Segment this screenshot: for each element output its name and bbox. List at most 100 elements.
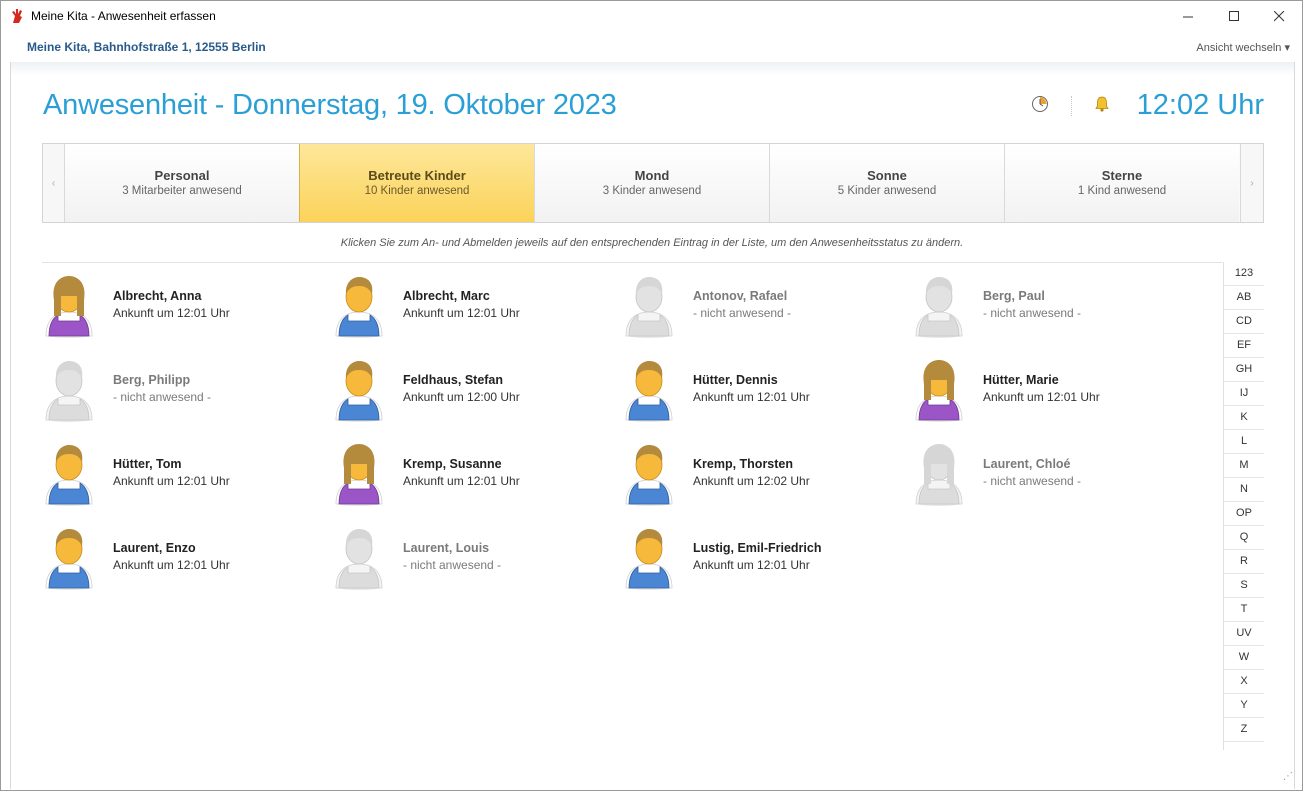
child-entry[interactable]: Feldhaus, Stefan Ankunft um 12:00 Uhr [319, 356, 599, 428]
child-entry[interactable]: Hütter, Tom Ankunft um 12:01 Uhr [29, 440, 309, 512]
minimize-button[interactable] [1165, 1, 1211, 32]
list-divider [42, 262, 1222, 263]
child-entry[interactable]: Albrecht, Marc Ankunft um 12:01 Uhr [319, 272, 599, 344]
alphabet-index-item[interactable]: M [1224, 454, 1264, 478]
alphabet-index-item[interactable]: IJ [1224, 382, 1264, 406]
alphabet-index-item[interactable]: GH [1224, 358, 1264, 382]
child-name: Laurent, Louis [403, 541, 490, 555]
kita-address: Meine Kita, Bahnhofstraße 1, 12555 Berli… [27, 40, 266, 54]
resize-grip-icon[interactable]: ⋰ [1283, 771, 1293, 782]
bell-icon[interactable] [1093, 95, 1111, 113]
tab-sterne[interactable]: Sterne 1 Kind anwesend [1004, 144, 1239, 222]
child-status: Ankunft um 12:01 Uhr [113, 306, 230, 320]
child-status: Ankunft um 12:01 Uhr [403, 306, 520, 320]
tab-label: Mond [634, 168, 670, 183]
maximize-button[interactable] [1211, 1, 1257, 32]
alphabet-index-item[interactable]: Q [1224, 526, 1264, 550]
child-status: Ankunft um 12:00 Uhr [403, 390, 520, 404]
kita-header: Meine Kita, Bahnhofstraße 1, 12555 Berli… [1, 32, 1302, 62]
child-entry[interactable]: Laurent, Louis - nicht anwesend - [319, 524, 599, 596]
alphabet-index-item[interactable]: 123 [1224, 262, 1264, 286]
child-status: Ankunft um 12:01 Uhr [113, 474, 230, 488]
alphabet-index-item[interactable]: OP [1224, 502, 1264, 526]
child-entry[interactable]: Antonov, Rafael - nicht anwesend - [609, 272, 889, 344]
title-bar: Meine Kita - Anwesenheit erfassen [1, 1, 1302, 32]
child-name: Lustig, Emil-Friedrich [693, 541, 822, 555]
child-status: Ankunft um 12:01 Uhr [403, 474, 520, 488]
alphabet-index: 123 AB CD EF GH IJ K L M N OP Q R S T UV W X Y Z [1223, 262, 1264, 750]
alphabet-index-item[interactable]: UV [1224, 622, 1264, 646]
tab-personal[interactable]: Personal 3 Mitarbeiter anwesend [64, 144, 299, 222]
tab-scroll-right-button[interactable]: › [1240, 144, 1263, 222]
child-avatar-icon [41, 356, 97, 422]
view-switch-menu[interactable]: Ansicht wechseln ▾ [1196, 41, 1290, 54]
child-avatar-icon [911, 356, 967, 422]
child-avatar-icon [621, 440, 677, 506]
alphabet-index-item[interactable]: S [1224, 574, 1264, 598]
child-entry[interactable]: Kremp, Susanne Ankunft um 12:01 Uhr [319, 440, 599, 512]
child-avatar-icon [331, 524, 387, 590]
child-name: Feldhaus, Stefan [403, 373, 504, 387]
child-entry[interactable]: Berg, Philipp - nicht anwesend - [29, 356, 309, 428]
close-button[interactable] [1256, 1, 1302, 32]
child-entry[interactable]: Albrecht, Anna Ankunft um 12:01 Uhr [29, 272, 309, 344]
child-name: Kremp, Susanne [403, 457, 502, 471]
child-name: Albrecht, Marc [403, 289, 490, 303]
child-entry[interactable]: Hütter, Dennis Ankunft um 12:01 Uhr [609, 356, 889, 428]
window-title: Meine Kita - Anwesenheit erfassen [31, 9, 216, 23]
child-entry[interactable]: Hütter, Marie Ankunft um 12:01 Uhr [899, 356, 1179, 428]
child-avatar-icon [41, 440, 97, 506]
child-status: - nicht anwesend - [693, 306, 792, 320]
child-name: Laurent, Enzo [113, 541, 196, 555]
alphabet-index-item[interactable]: EF [1224, 334, 1264, 358]
child-avatar-icon [331, 272, 387, 338]
instruction-hint: Klicken Sie zum An- und Abmelden jeweils… [340, 237, 964, 249]
child-name: Laurent, Chloé [983, 457, 1071, 471]
child-entry[interactable]: Berg, Paul - nicht anwesend - [899, 272, 1179, 344]
child-status: - nicht anwesend - [403, 558, 502, 572]
alphabet-index-item[interactable]: Z [1224, 718, 1264, 742]
clock-pie-icon[interactable] [1031, 95, 1049, 113]
page-title: Anwesenheit - Donnerstag, 19. Oktober 20… [43, 89, 617, 121]
alphabet-index-item[interactable]: X [1224, 670, 1264, 694]
tab-label: Sonne [867, 168, 907, 183]
alphabet-index-item[interactable]: AB [1224, 286, 1264, 310]
tab-mond[interactable]: Mond 3 Kinder anwesend [534, 144, 769, 222]
close-icon [1273, 11, 1284, 22]
child-avatar-icon [331, 356, 387, 422]
alphabet-index-item[interactable]: L [1224, 430, 1264, 454]
child-entry[interactable]: Kremp, Thorsten Ankunft um 12:02 Uhr [609, 440, 889, 512]
app-hand-icon [12, 9, 22, 23]
child-entry[interactable]: Laurent, Enzo Ankunft um 12:01 Uhr [29, 524, 309, 596]
tab-count: 10 Kinder anwesend [364, 185, 470, 197]
child-status: - nicht anwesend - [113, 390, 212, 404]
tab-betreute-kinder[interactable]: Betreute Kinder 10 Kinder anwesend [299, 144, 535, 222]
tab-sonne[interactable]: Sonne 5 Kinder anwesend [769, 144, 1004, 222]
minimize-icon [1182, 16, 1193, 18]
child-name: Hütter, Marie [983, 373, 1059, 387]
child-entry[interactable]: Laurent, Chloé - nicht anwesend - [899, 440, 1179, 512]
group-tab-bar: ‹ Personal 3 Mitarbeiter anwesend Betreu… [42, 143, 1264, 223]
child-name: Kremp, Thorsten [693, 457, 794, 471]
child-status: - nicht anwesend - [983, 306, 1082, 320]
child-status: Ankunft um 12:01 Uhr [113, 558, 230, 572]
tab-count: 1 Kind anwesend [1077, 185, 1167, 197]
alphabet-index-item[interactable]: R [1224, 550, 1264, 574]
alphabet-index-item[interactable]: W [1224, 646, 1264, 670]
child-status: - nicht anwesend - [983, 474, 1082, 488]
child-name: Hütter, Dennis [693, 373, 778, 387]
alphabet-index-item[interactable]: N [1224, 478, 1264, 502]
child-status: Ankunft um 12:01 Uhr [983, 390, 1100, 404]
child-entry[interactable]: Lustig, Emil-Friedrich Ankunft um 12:01 U… [609, 524, 889, 596]
main-content: Anwesenheit - Donnerstag, 19. Oktober 20… [10, 62, 1295, 789]
tab-label: Personal [154, 168, 210, 183]
alphabet-index-item[interactable]: T [1224, 598, 1264, 622]
tab-label: Betreute Kinder [368, 168, 466, 183]
tab-scroll-left-button[interactable]: ‹ [43, 144, 64, 222]
alphabet-index-item[interactable]: Y [1224, 694, 1264, 718]
tab-count: 3 Mitarbeiter anwesend [122, 185, 242, 197]
alphabet-index-item[interactable]: CD [1224, 310, 1264, 334]
alphabet-index-item[interactable]: K [1224, 406, 1264, 430]
child-status: Ankunft um 12:02 Uhr [693, 474, 810, 488]
child-name: Hütter, Tom [113, 457, 182, 471]
